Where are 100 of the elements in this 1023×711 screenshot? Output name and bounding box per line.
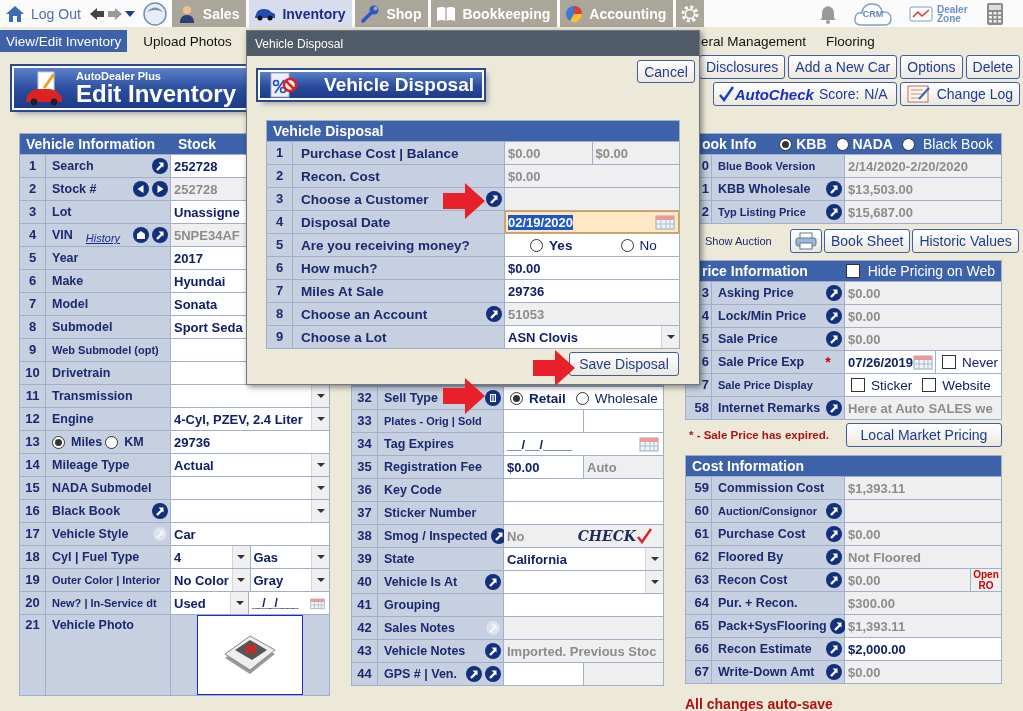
read-only-field: Imported. Previous Stoc [504,640,663,662]
read-only-field: $0.00 [845,328,1001,350]
field-label: Model [52,297,89,311]
field-label: Auction/Consignor [718,505,817,517]
row-number: 8 [267,303,293,325]
row-number: 36 [352,479,378,501]
brand-name: AutoDealer Plus [76,70,162,82]
field-label: KBB Wholesale [718,182,811,196]
row-number: 42 [352,617,378,639]
field-label: Choose an Account [301,306,428,322]
field-label: Sale Price Exp [718,355,805,369]
field-label: Miles At Sale [301,283,384,299]
checkbox-label: Never [962,354,998,370]
row-number: 20 [20,592,46,614]
field-label: Are you receiving money? [301,237,470,253]
field-label: NADA Submodel [52,481,152,495]
field-label: Search [52,159,94,173]
read-only-field: Not Floored [845,546,1001,568]
row-number: 65 [686,615,712,637]
radio-label: KM [124,435,144,449]
row-number: 38 [352,525,378,547]
radio-label: Miles [71,435,103,449]
row-number: 35 [352,456,378,478]
field-label: Sales Notes [384,621,455,635]
field-label: Recon Estimate [718,642,812,656]
field-label: Registration Fee [384,460,482,474]
field-label: Grouping [384,598,441,612]
row-number: 3 [20,201,46,223]
field-label: Drivetrain [52,366,111,380]
field-label: Key Code [384,483,442,497]
read-only-field: $15,687.00 [845,201,1001,223]
radio-label: Black Book [922,136,993,152]
radio-label: Wholesale [594,390,658,406]
score-value: N/A [864,86,888,102]
show-auction-label: Show Auction [705,234,773,247]
field-label: Make [52,274,84,288]
field-label: Sticker Number [384,506,477,520]
row-number: 11 [20,385,46,407]
radio-label: No [639,237,657,253]
read-only-field: $1,393.11 [845,477,1001,499]
row-number: 34 [352,433,378,455]
logo-text: CHECK [577,528,636,544]
column-heading: Stock [177,136,218,152]
row-number: 12 [20,408,46,430]
field-label: Vehicle Notes [384,644,466,658]
field-label: GPS # | Ven. [384,667,457,681]
field-label: Cyl | Fuel Type [52,550,140,564]
read-only-field: $0.00 [845,282,1001,304]
read-only-field: $0.00 [591,142,679,164]
section-title: Vehicle Disposal [273,123,384,139]
read-only-field: $300.00 [845,592,1001,614]
field-label: Commission Cost [718,481,825,495]
row-number: 6 [20,270,46,292]
row-number: 9 [267,326,293,348]
field-label: Choose a Customer [301,191,429,207]
field-label: Lock/Min Price [718,309,807,323]
row-number: 41 [352,594,378,616]
checkbox-label: Website [942,377,991,393]
field-label: Recon. Cost [301,168,380,184]
field-label: Outer Color | Interior [52,574,161,586]
row-number: 13 [20,431,46,453]
read-only-field: 2/14/2020-2/20/2020 [845,155,1001,177]
field-label: Vehicle Style [52,527,129,541]
field-label: Floored By [718,550,784,564]
read-only-field: Auto [583,456,663,478]
row-number: 21 [20,615,46,695]
row-number: 5 [20,247,46,269]
field-label: VIN [52,228,73,242]
field-label: Engine [52,412,94,426]
page-title: Edit Inventory [76,81,237,106]
field-label: Mileage Type [52,458,130,472]
field-label: Pack+SysFlooring [718,619,827,633]
row-number: 63 [686,569,712,591]
row-number: 18 [20,546,46,568]
field-label: Submodel [52,320,113,334]
row-number: 17 [20,523,46,545]
row-number: 44 [352,663,378,685]
field-label: Blue Book Version [718,160,816,172]
field-label: Typ Listing Price [718,206,806,218]
read-only-field: $0.00 [845,661,1001,683]
read-only-field: Here at Auto SALES we [845,397,1001,419]
read-only-field: $1,393.11 [845,615,1001,637]
row-number: 59 [686,477,712,499]
field-label: Tag Expires [384,437,454,451]
field-label: Vehicle Photo [52,618,134,632]
read-only-field: $0.00 [505,142,592,164]
checkbox-label: Hide Pricing on Web [867,263,995,279]
section-title: ook Info [702,136,757,152]
field-label: Year [52,251,79,265]
field-label: Stock # [52,182,97,196]
field-label: Sale Price Display [718,379,813,391]
row-number: 66 [686,638,712,660]
field-label: Recon Cost [718,573,788,587]
row-number: 40 [352,571,378,593]
field-label: Purchase Cost | Balance [301,145,459,161]
row-number: 61 [686,523,712,545]
row-number: 64 [686,592,712,614]
field-label: Plates - Orig | Sold [384,415,482,427]
row-number: 5 [267,234,293,256]
field-label: Asking Price [718,286,794,300]
